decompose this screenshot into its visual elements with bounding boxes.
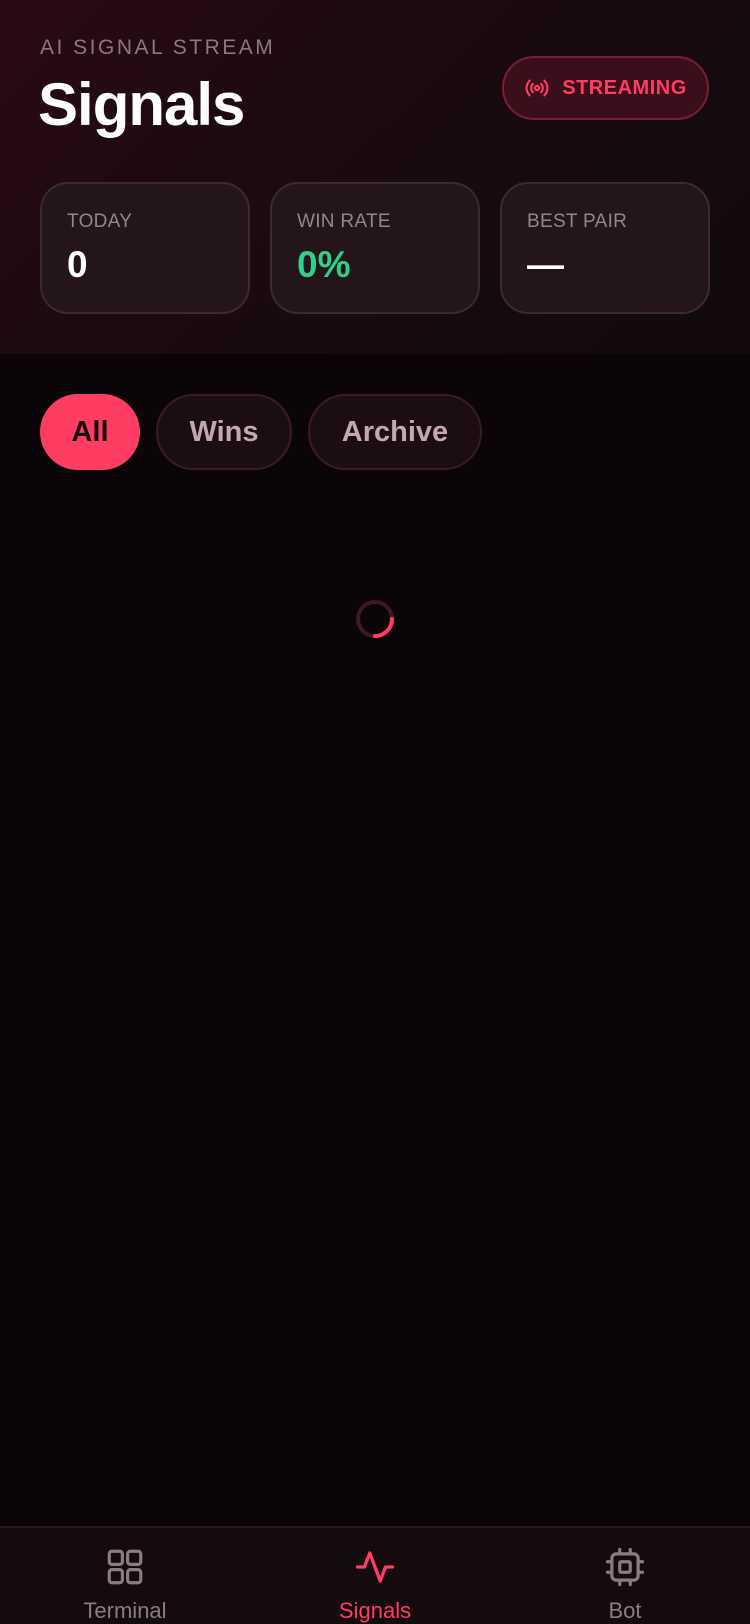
page-eyebrow: AI SIGNAL STREAM <box>40 36 276 59</box>
streaming-label: STREAMING <box>562 76 687 99</box>
tab-label: Bot <box>608 1598 642 1623</box>
tab-signals[interactable]: Signals <box>295 1546 455 1624</box>
stat-card-today: TODAY 0 <box>40 182 250 314</box>
stat-label: WIN RATE <box>297 211 391 232</box>
signals-screen: AI SIGNAL STREAM Signals STREAMING TODAY… <box>0 0 750 1624</box>
tab-terminal[interactable]: Terminal <box>45 1546 205 1624</box>
stat-card-best-pair: BEST PAIR — <box>500 182 710 314</box>
bottom-tab-bar: Terminal Signals Bot <box>0 1526 750 1624</box>
tab-label: Signals <box>338 1598 412 1623</box>
stat-value: — <box>527 244 564 285</box>
grid-icon <box>107 1549 143 1585</box>
filter-chip-all[interactable]: All <box>40 394 140 470</box>
loading-spinner <box>356 600 394 638</box>
tab-bot[interactable]: Bot <box>545 1546 705 1624</box>
broadcast-icon <box>525 79 549 97</box>
chip-icon <box>605 1547 645 1587</box>
pulse-icon <box>355 1551 395 1583</box>
tab-label: Terminal <box>83 1598 167 1623</box>
stat-label: BEST PAIR <box>527 211 628 232</box>
stat-value: 0 <box>67 244 88 285</box>
header: AI SIGNAL STREAM Signals STREAMING TODAY… <box>0 0 750 354</box>
page-title: Signals <box>38 71 245 138</box>
filter-chip-archive[interactable]: Archive <box>308 394 482 470</box>
streaming-status-button[interactable]: STREAMING <box>502 56 709 120</box>
stat-label: TODAY <box>67 211 133 232</box>
filter-chip-wins[interactable]: Wins <box>156 394 292 470</box>
stat-value: 0% <box>297 244 351 285</box>
stat-card-win-rate: WIN RATE 0% <box>270 182 480 314</box>
